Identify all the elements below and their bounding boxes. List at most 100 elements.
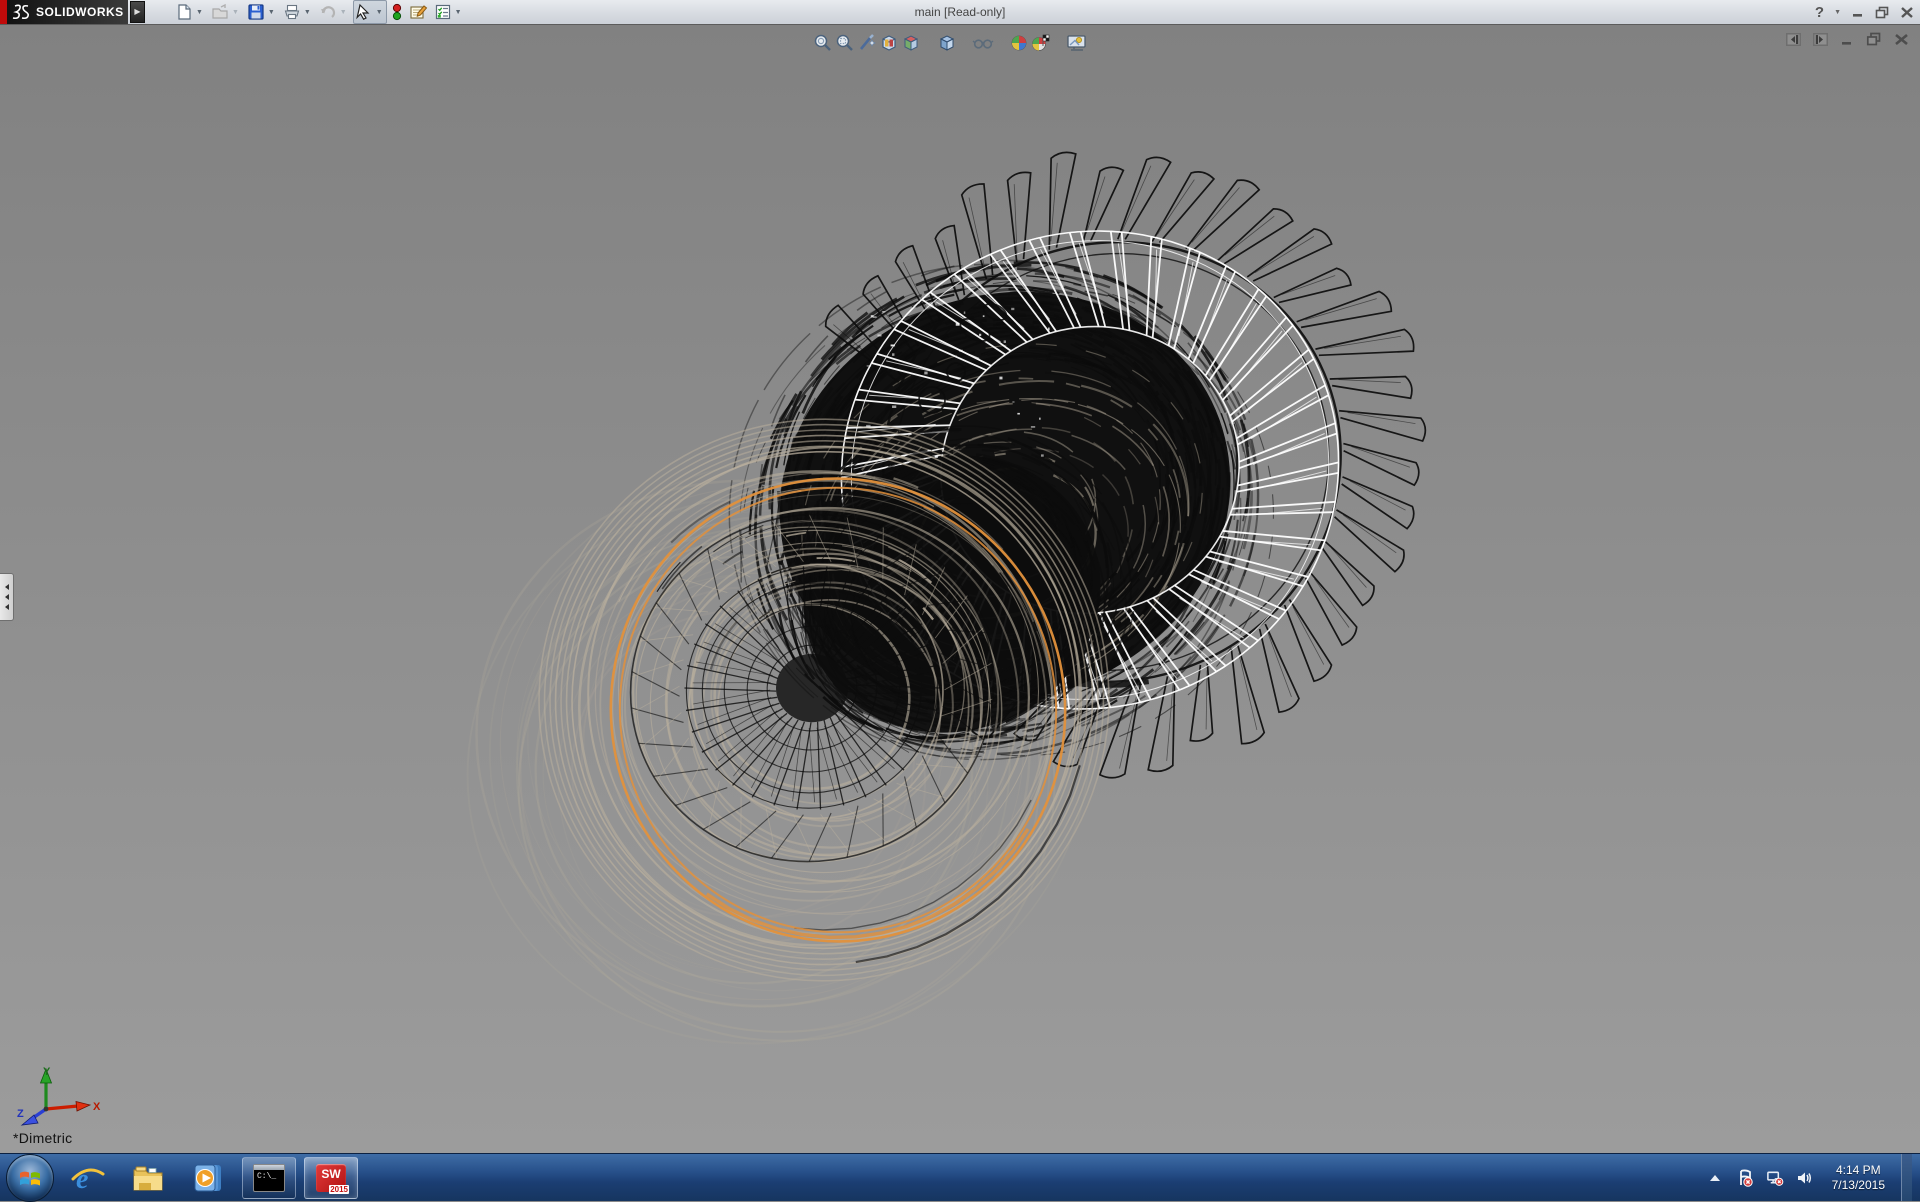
show-hidden-icons-button[interactable] <box>1706 1169 1724 1187</box>
doc-restore-button[interactable] <box>1865 31 1883 47</box>
undo-button[interactable]: ▼ <box>317 0 351 24</box>
taskbar-media-player[interactable] <box>182 1158 234 1198</box>
dropdown-arrow-icon[interactable]: ▼ <box>196 9 203 16</box>
triad-z-axis: Z <box>17 1108 46 1125</box>
taskbar-solidworks[interactable]: SW 2015 <box>304 1157 358 1199</box>
solidworks-logo: SOLIDWORKS <box>0 0 128 24</box>
close-button[interactable] <box>1900 6 1914 19</box>
view-orientation-icon <box>901 33 921 53</box>
taskbar-windows-explorer[interactable] <box>122 1158 174 1198</box>
command-prompt-icon: C:\_ <box>253 1164 285 1192</box>
annotation-icon <box>409 3 428 21</box>
collapse-arrow-icon <box>5 594 9 600</box>
triad-x-axis: X <box>46 1101 101 1113</box>
help-dropdown-icon[interactable]: ▼ <box>1834 9 1841 16</box>
feature-panel-collapse-tab[interactable] <box>0 573 14 621</box>
select-button[interactable]: ▼ <box>353 0 387 24</box>
print-icon <box>283 3 301 21</box>
save-icon <box>247 3 265 21</box>
svg-text:Z: Z <box>17 1108 24 1120</box>
clock-date: 7/13/2015 <box>1832 1178 1885 1193</box>
volume-icon[interactable] <box>1796 1169 1814 1187</box>
zoom-to-fit-icon <box>813 33 833 53</box>
network-status-icon[interactable] <box>1766 1169 1784 1187</box>
title-bar: SOLIDWORKS ▶ ▼ ▼ ▼ <box>0 0 1920 25</box>
zoom-to-fit-button[interactable] <box>812 32 834 54</box>
taskbar-clock[interactable]: 4:14 PM 7/13/2015 <box>1832 1163 1885 1193</box>
dropdown-arrow-icon[interactable]: ▼ <box>268 9 275 16</box>
taskbar-internet-explorer[interactable]: e <box>62 1158 114 1198</box>
taskbar-command-prompt[interactable]: C:\_ <box>242 1157 296 1199</box>
undo-icon <box>319 3 337 21</box>
media-player-icon <box>192 1162 224 1194</box>
clock-time: 4:14 PM <box>1832 1163 1885 1178</box>
model-wireframe <box>0 25 1920 1153</box>
collapse-arrow-icon <box>5 584 9 590</box>
new-button[interactable]: ▼ <box>173 0 207 24</box>
section-view-button[interactable] <box>878 32 900 54</box>
windows-flag-icon <box>17 1165 43 1191</box>
system-tray: 4:14 PM 7/13/2015 <box>1706 1154 1920 1201</box>
folder-icon <box>131 1163 165 1193</box>
start-button[interactable] <box>6 1154 54 1202</box>
svg-text:X: X <box>93 1101 101 1113</box>
view-orientation-label: *Dimetric <box>13 1130 72 1146</box>
doc-close-button[interactable] <box>1892 31 1910 47</box>
window-controls: ? ▼ <box>1815 0 1914 24</box>
dropdown-arrow-icon[interactable]: ▼ <box>376 9 383 16</box>
minimize-button[interactable] <box>1851 6 1865 18</box>
document-window-controls <box>1784 31 1910 47</box>
select-cursor-icon <box>355 3 373 21</box>
restore-button[interactable] <box>1875 6 1890 19</box>
svg-text:Y: Y <box>43 1066 51 1078</box>
magic-wand-button[interactable] <box>856 32 878 54</box>
action-center-icon[interactable] <box>1736 1169 1754 1187</box>
dock-right-button[interactable] <box>1811 31 1829 47</box>
svg-text:e: e <box>76 1164 88 1194</box>
edit-appearance-button[interactable] <box>1008 32 1030 54</box>
view-settings-icon <box>1066 33 1088 53</box>
show-desktop-button[interactable] <box>1901 1154 1912 1201</box>
dropdown-arrow-icon[interactable]: ▼ <box>304 9 311 16</box>
internet-explorer-icon: e <box>71 1162 105 1194</box>
open-folder-icon <box>211 3 229 21</box>
magic-wand-icon <box>857 33 877 53</box>
view-orientation-button[interactable] <box>900 32 922 54</box>
annotation-button[interactable] <box>407 0 430 24</box>
logo-red-stripe <box>0 0 7 24</box>
collapse-arrow-icon <box>5 604 9 610</box>
help-button[interactable]: ? <box>1815 5 1824 20</box>
hide-show-items-icon <box>972 33 994 53</box>
view-settings-button[interactable] <box>1066 32 1088 54</box>
triad-y-axis: Y <box>41 1066 52 1109</box>
edit-appearance-icon <box>1009 33 1029 53</box>
hide-show-items-button[interactable] <box>972 32 994 54</box>
dropdown-arrow-icon: ▼ <box>232 9 239 16</box>
dropdown-arrow-icon[interactable]: ▼ <box>455 9 462 16</box>
display-style-icon <box>937 33 957 53</box>
print-button[interactable]: ▼ <box>281 0 315 24</box>
apply-scene-button[interactable] <box>1030 32 1052 54</box>
zoom-to-area-button[interactable] <box>834 32 856 54</box>
checklist-button[interactable]: ▼ <box>432 0 466 24</box>
dock-left-button[interactable] <box>1784 31 1802 47</box>
taskbar: e C:\_ SW 2015 <box>0 1153 1920 1201</box>
new-document-icon <box>175 3 193 21</box>
main-toolbar: ▼ ▼ ▼ ▼ <box>173 0 466 24</box>
dropdown-arrow-icon: ▼ <box>340 9 347 16</box>
apply-scene-icon <box>1030 33 1052 53</box>
zoom-to-area-icon <box>835 33 855 53</box>
brand-text: SOLIDWORKS <box>36 5 124 19</box>
toolbar-flyout-button[interactable]: ▶ <box>130 1 145 23</box>
traffic-light-icon <box>391 3 403 21</box>
solidworks-logo-icon <box>12 4 32 20</box>
display-style-button[interactable] <box>936 32 958 54</box>
checklist-icon <box>434 3 452 21</box>
solidworks-2015-icon: SW 2015 <box>316 1164 346 1192</box>
save-button[interactable]: ▼ <box>245 0 279 24</box>
graphics-viewport[interactable]: Y X Z *Dimetric <box>0 25 1920 1153</box>
doc-minimize-button[interactable] <box>1838 31 1856 47</box>
reference-triad: Y X Z <box>16 1065 102 1127</box>
traffic-light-button[interactable] <box>389 0 405 24</box>
open-button[interactable]: ▼ <box>209 0 243 24</box>
